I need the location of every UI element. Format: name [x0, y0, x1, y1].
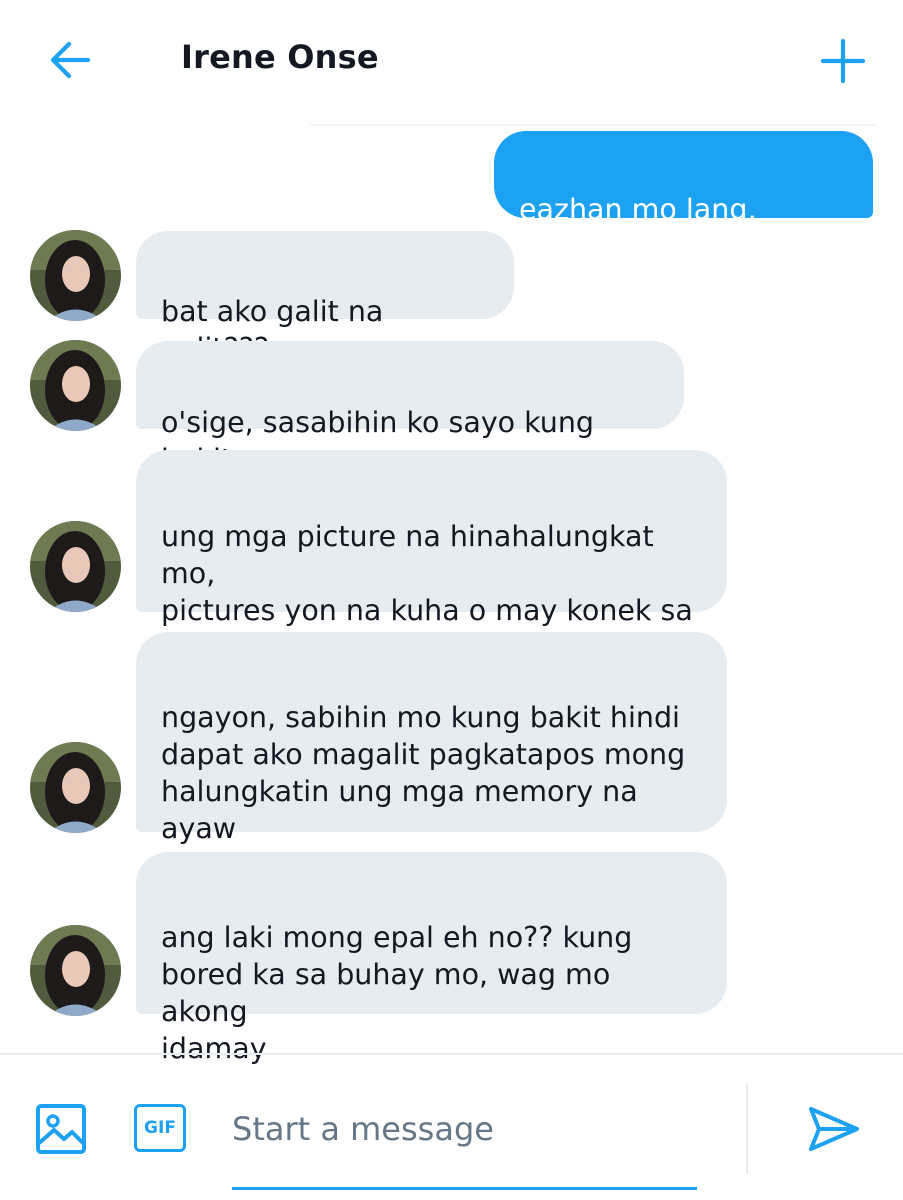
add-image-button[interactable] [32, 1100, 90, 1158]
plus-icon [820, 38, 866, 84]
avatar[interactable] [30, 521, 121, 612]
avatar[interactable] [30, 340, 121, 431]
gif-button[interactable]: GIF [134, 1104, 186, 1152]
message-bubble-outgoing[interactable]: eazhan mo lang, eleven [494, 131, 873, 263]
send-button[interactable] [802, 1098, 864, 1160]
arrow-left-icon [50, 41, 91, 79]
avatar[interactable] [30, 925, 121, 1016]
message-input-underline [232, 1187, 697, 1190]
image-icon [36, 1104, 86, 1154]
gif-label: GIF [144, 1118, 176, 1138]
message-input[interactable] [232, 1098, 697, 1160]
conversation-title: Irene Onse [181, 38, 379, 76]
composer-separator [746, 1084, 748, 1174]
message-bubble-incoming[interactable]: ngayon, sabihin mo kung bakit hindi dapa… [136, 632, 727, 882]
avatar[interactable] [30, 742, 121, 833]
message-text: eazhan mo lang, eleven [519, 193, 757, 263]
message-bubble-incoming[interactable]: ung mga picture na hinahalungkat mo, pic… [136, 450, 727, 664]
message-bubble-incoming[interactable]: bat ako galit na galit??? [136, 231, 514, 365]
new-message-button[interactable] [816, 34, 870, 88]
send-icon [809, 1107, 859, 1151]
avatar[interactable] [30, 230, 121, 321]
message-bubble-incoming[interactable]: ang laki mong epal eh no?? kung bored ka… [136, 852, 727, 1065]
message-bubble-incoming[interactable]: o'sige, sasabihin ko sayo kung bakit [136, 341, 684, 476]
composer-divider [0, 1053, 903, 1055]
back-button[interactable] [44, 34, 96, 86]
header-divider [310, 124, 875, 126]
message-text: ang laki mong epal eh no?? kung bored ka… [161, 921, 633, 1065]
conversation-header: Irene Onse [0, 0, 903, 118]
